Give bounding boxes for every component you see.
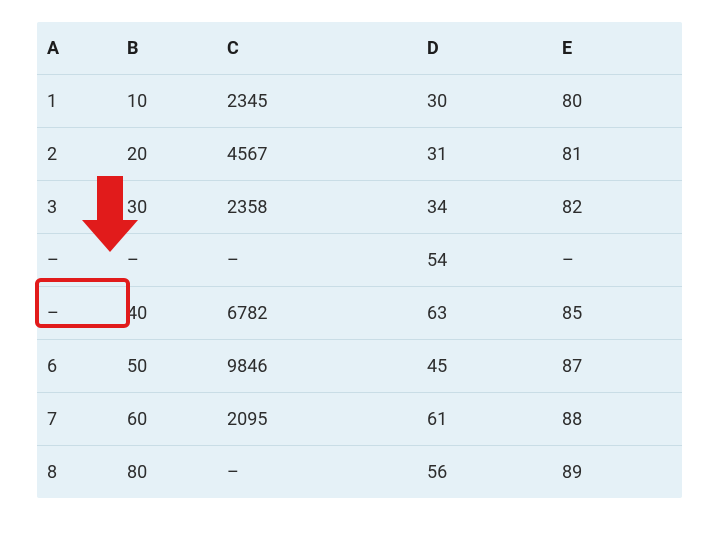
table-row: – 40 6782 63 85	[37, 287, 682, 340]
data-table: A B C D E 1 10 2345 30 80 2 20	[37, 22, 682, 498]
cell-C: 4567	[217, 128, 417, 181]
cell-D: 56	[417, 446, 552, 499]
cell-D: 61	[417, 393, 552, 446]
table-row: 8 80 – 56 89	[37, 446, 682, 499]
col-header-E: E	[552, 22, 682, 75]
cell-D: 54	[417, 234, 552, 287]
cell-E: 80	[552, 75, 682, 128]
cell-D: 34	[417, 181, 552, 234]
cell-E: 85	[552, 287, 682, 340]
cell-A: 6	[37, 340, 117, 393]
cell-C: 9846	[217, 340, 417, 393]
table-row: 2 20 4567 31 81	[37, 128, 682, 181]
cell-A: 7	[37, 393, 117, 446]
cell-C: 2095	[217, 393, 417, 446]
cell-A: 2	[37, 128, 117, 181]
cell-B: 60	[117, 393, 217, 446]
cell-C: 2345	[217, 75, 417, 128]
cell-A: 3	[37, 181, 117, 234]
cell-C: –	[217, 234, 417, 287]
table-row: 3 30 2358 34 82	[37, 181, 682, 234]
table-header-row: A B C D E	[37, 22, 682, 75]
cell-D: 63	[417, 287, 552, 340]
cell-D: 45	[417, 340, 552, 393]
cell-E: 82	[552, 181, 682, 234]
cell-B: 30	[117, 181, 217, 234]
col-header-D: D	[417, 22, 552, 75]
cell-C: –	[217, 446, 417, 499]
data-table-container: A B C D E 1 10 2345 30 80 2 20	[37, 22, 682, 498]
cell-B: 80	[117, 446, 217, 499]
cell-B: 20	[117, 128, 217, 181]
cell-D: 31	[417, 128, 552, 181]
table-row: 7 60 2095 61 88	[37, 393, 682, 446]
cell-B: –	[117, 234, 217, 287]
stage: A B C D E 1 10 2345 30 80 2 20	[0, 0, 720, 540]
cell-C: 2358	[217, 181, 417, 234]
col-header-B: B	[117, 22, 217, 75]
col-header-A: A	[37, 22, 117, 75]
table-row: – – – 54 –	[37, 234, 682, 287]
cell-D: 30	[417, 75, 552, 128]
cell-B: 50	[117, 340, 217, 393]
cell-E: 89	[552, 446, 682, 499]
cell-A: 8	[37, 446, 117, 499]
cell-B: 40	[117, 287, 217, 340]
col-header-C: C	[217, 22, 417, 75]
cell-A: –	[37, 234, 117, 287]
cell-E: 81	[552, 128, 682, 181]
table-row: 1 10 2345 30 80	[37, 75, 682, 128]
cell-E: –	[552, 234, 682, 287]
cell-E: 88	[552, 393, 682, 446]
cell-A: –	[37, 287, 117, 340]
cell-E: 87	[552, 340, 682, 393]
cell-C: 6782	[217, 287, 417, 340]
cell-B: 10	[117, 75, 217, 128]
cell-A: 1	[37, 75, 117, 128]
table-row: 6 50 9846 45 87	[37, 340, 682, 393]
